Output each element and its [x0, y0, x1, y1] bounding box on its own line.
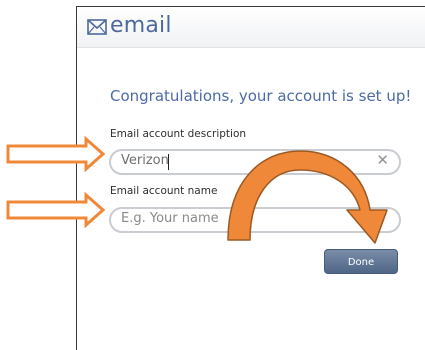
clear-icon[interactable]: ✕ — [376, 151, 389, 169]
screenshot: email Congratulations, your account is s… — [0, 0, 425, 350]
done-button[interactable]: Done — [324, 249, 398, 274]
app-title: email — [110, 13, 172, 38]
description-label: Email account description — [110, 128, 247, 140]
account-name-placeholder: E.g. Your name — [121, 211, 219, 226]
description-value: Verizon — [121, 153, 169, 168]
setup-heading: Congratulations, your account is set up! — [110, 87, 412, 105]
description-field[interactable]: Verizon ✕ — [109, 149, 401, 175]
account-name-field[interactable]: E.g. Your name — [109, 207, 401, 233]
title-bar: email — [77, 7, 425, 48]
envelope-icon — [87, 19, 107, 35]
email-app-window: email Congratulations, your account is s… — [76, 6, 425, 350]
text-caret — [168, 154, 169, 170]
account-name-label: Email account name — [110, 185, 218, 197]
